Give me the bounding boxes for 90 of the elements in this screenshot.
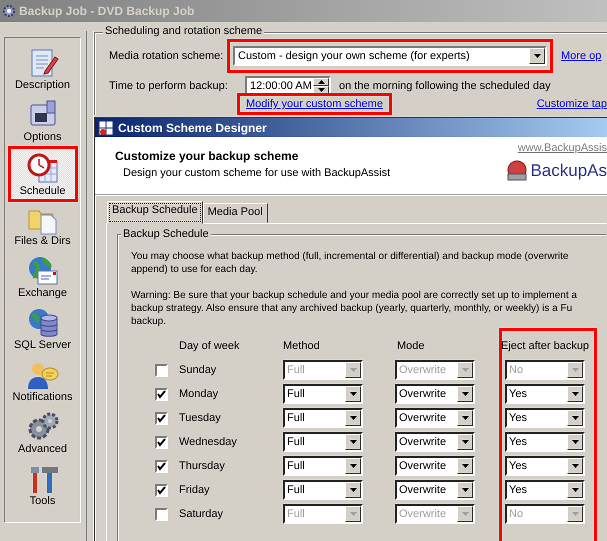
- caret-icon: [462, 416, 468, 420]
- column-header: Mode: [396, 340, 426, 352]
- caret-icon: [350, 440, 356, 444]
- day-label: Tuesday: [179, 412, 222, 424]
- dropdown[interactable]: Yes: [505, 384, 585, 404]
- caret-icon: [572, 416, 578, 420]
- day-label: Saturday: [179, 508, 224, 520]
- checkbox[interactable]: [155, 460, 168, 472]
- caret-icon: [350, 416, 356, 420]
- sidebar-item[interactable]: Notifications: [8, 356, 78, 408]
- caret-icon: [350, 392, 356, 396]
- dropdown[interactable]: Full: [283, 480, 363, 500]
- group-title: Backup Schedule: [121, 228, 211, 240]
- dropdown[interactable]: Yes: [505, 456, 585, 476]
- field-note: on the morning following the scheduled day: [339, 80, 551, 92]
- dropdown[interactable]: Yes: [505, 432, 585, 452]
- globe-envelope-icon: [26, 255, 58, 287]
- dropdown[interactable]: Overwrite: [395, 384, 475, 404]
- caret-icon: [572, 464, 578, 468]
- column-header: Eject after backup: [500, 340, 590, 352]
- link[interactable]: Modify your custom scheme: [246, 98, 383, 110]
- field-label: Time to perform backup:: [109, 80, 229, 92]
- dialog-title: Custom Scheme Designer: [118, 120, 267, 134]
- dropdown[interactable]: Full: [283, 432, 363, 452]
- checkbox[interactable]: [155, 508, 168, 520]
- caret-icon: [462, 392, 468, 396]
- caret-icon: [350, 488, 356, 492]
- dropdown[interactable]: Yes: [505, 408, 585, 428]
- day-label: Sunday: [179, 364, 218, 376]
- day-label: Thursday: [179, 460, 226, 472]
- sidebar-item[interactable]: Description: [8, 44, 78, 96]
- checkbox[interactable]: [155, 412, 168, 424]
- sidebar-item[interactable]: Options: [8, 96, 78, 148]
- caret-icon: [462, 368, 468, 372]
- caret-icon: [572, 512, 578, 516]
- dropdown[interactable]: Overwrite: [395, 408, 475, 428]
- globe-database-icon: [26, 307, 58, 339]
- dropdown[interactable]: Full: [283, 384, 363, 404]
- caret-icon: [462, 512, 468, 516]
- up-arrow-icon: [318, 80, 324, 84]
- group-title: Scheduling and rotation scheme: [103, 25, 264, 37]
- tab[interactable]: Backup Schedule: [107, 201, 203, 224]
- caret-icon: [572, 440, 578, 444]
- link[interactable]: Customize tap: [536, 98, 607, 110]
- dropdown[interactable]: Yes: [505, 480, 585, 500]
- sidebar-item[interactable]: Tools: [8, 460, 78, 512]
- checkbox[interactable]: [155, 436, 168, 448]
- column-header: Method: [283, 340, 321, 352]
- caret-icon: [462, 488, 468, 492]
- dropdown[interactable]: Full: [283, 456, 363, 476]
- checkbox[interactable]: [155, 364, 168, 376]
- caret-icon: [572, 392, 578, 396]
- paragraph: You may choose what backup method (full, incremental or differential) and backup mode (overwrite append) to use for each day.: [131, 250, 570, 276]
- caret-icon: [572, 488, 578, 492]
- caret-icon: [350, 464, 356, 468]
- caret-icon: [462, 440, 468, 444]
- dropdown[interactable]: Full: [283, 408, 363, 428]
- link[interactable]: www.BackupAssis: [518, 142, 607, 154]
- clock-calendar-icon: [26, 153, 58, 185]
- link[interactable]: More op: [561, 50, 602, 62]
- heading: Customize your backup scheme: [115, 149, 300, 163]
- column-header: Day of week: [179, 340, 241, 352]
- caret-icon: [462, 464, 468, 468]
- subheading: Design your custom scheme for use with BackupAssist: [123, 167, 390, 179]
- gear-icon: [2, 4, 16, 18]
- caret-icon: [318, 88, 324, 92]
- checkbox[interactable]: [155, 484, 168, 496]
- logo-text: BackupAs: [530, 161, 607, 181]
- dropdown[interactable]: Custom - design your own scheme (for experts): [233, 46, 547, 66]
- sidebar-item[interactable]: Exchange: [8, 252, 78, 304]
- sidebar-item[interactable]: SQL Server: [8, 304, 78, 356]
- dropdown[interactable]: Overwrite: [395, 456, 475, 476]
- caret-icon: [350, 512, 356, 516]
- day-label: Wednesday: [179, 436, 238, 448]
- day-label: Monday: [179, 388, 220, 400]
- sidebar-item[interactable]: Schedule: [8, 146, 78, 202]
- dropdown[interactable]: Overwrite: [395, 432, 475, 452]
- dropdown[interactable]: Overwrite: [395, 480, 475, 500]
- caret-icon: [350, 368, 356, 372]
- tab[interactable]: Media Pool: [202, 203, 268, 223]
- splitter[interactable]: [86, 31, 94, 541]
- sidebar-item[interactable]: Advanced: [8, 408, 78, 460]
- caret-icon: [534, 54, 540, 58]
- day-label: Friday: [179, 484, 211, 496]
- checkbox[interactable]: [155, 388, 168, 400]
- sidebar-item[interactable]: Files & Dirs: [8, 200, 78, 252]
- window-title: Backup Job - DVD Backup Job: [19, 4, 194, 18]
- paragraph: Warning: Be sure that your backup schedule and your media pool are correctly set up to implement a backup strategy. Also ensure that any archived backup (yearly, quarterly, monthly, or weekly) is a Fu backup.: [131, 289, 578, 328]
- logo-icon: [506, 160, 528, 182]
- caret-icon: [572, 368, 578, 372]
